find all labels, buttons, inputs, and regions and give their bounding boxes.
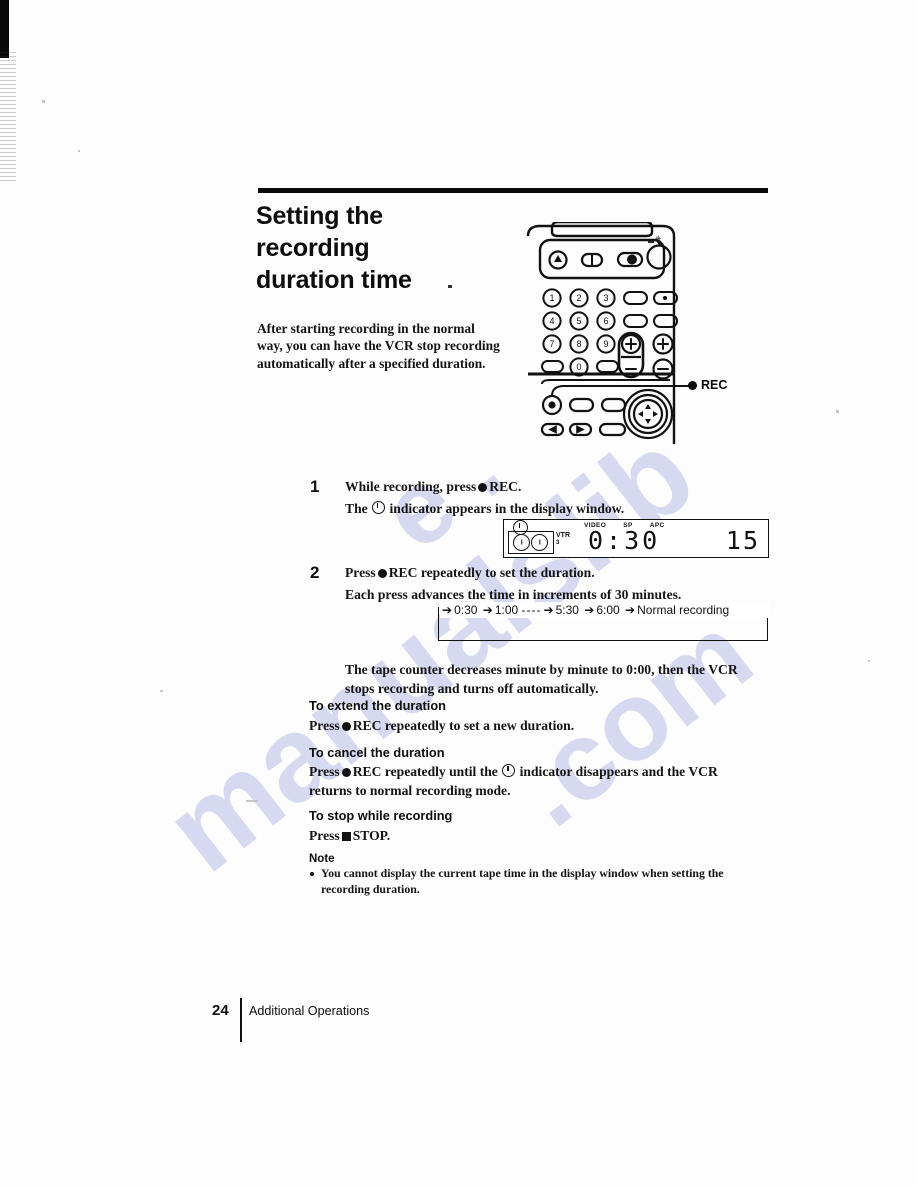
cancel-text-pre: Press (309, 764, 340, 779)
rec-dot-icon (478, 483, 488, 492)
step-2-text-pre: Press (345, 565, 376, 580)
cycle-diagram-row: ➔ 0:30 ➔ 1:00 ---- ➔ 5:30 ➔ 6:00 ➔ Normal reco… (440, 602, 770, 618)
scan-speck (78, 150, 80, 152)
scan-artifact-edge (0, 0, 9, 58)
cycle-arrow-icon: ➔ (442, 603, 453, 617)
section-body-stop: Press STOP. (309, 826, 739, 845)
cycle-item-4: Normal recording (637, 603, 730, 617)
step-1-line-2: The indicator appears in the display win… (345, 499, 765, 519)
stop-text-post: STOP. (352, 828, 391, 843)
note-bullet-icon (310, 872, 314, 876)
svg-text:4: 4 (549, 316, 554, 326)
stop-text-pre: Press (309, 828, 340, 843)
display-vtr-label: VTR 3 (556, 532, 570, 546)
intro-paragraph: After starting recording in the normal w… (257, 321, 500, 371)
rec-dot-icon (341, 768, 351, 777)
rec-dot-icon (688, 381, 697, 390)
clock-indicator-icon (502, 764, 516, 777)
step-1-number: 1 (310, 477, 320, 496)
cycle-item-1: 1:00 (494, 603, 519, 617)
note-heading: Note (309, 853, 335, 865)
display-counter-value: 15 (725, 526, 760, 555)
dpad-icon (638, 404, 658, 424)
scan-speck (246, 800, 258, 802)
cycle-dashes: ---- (521, 603, 542, 617)
section-heading-cancel: To cancel the duration (309, 745, 445, 760)
rec-dot-icon (341, 722, 351, 731)
display-vtr-number: 3 (556, 540, 560, 546)
page-title-line-2: recording (256, 234, 370, 262)
svg-text:⎈: ⎈ (655, 234, 662, 243)
display-reel-icon (513, 534, 530, 551)
svg-text:9: 9 (603, 339, 608, 349)
step-1-text-post: REC. (489, 479, 522, 494)
display-reel-box (508, 531, 554, 554)
scan-speck (836, 410, 839, 413)
display-time-value: 0:30 (588, 526, 661, 555)
step-1-line2-post: indicator appears in the display window. (389, 501, 625, 516)
note-text: You cannot display the current tape time… (321, 866, 724, 896)
page-title-line-1: Setting the (256, 202, 383, 230)
svg-text:1: 1 (549, 293, 554, 303)
cycle-arrow-icon: ➔ (482, 603, 493, 617)
svg-text:0: 0 (576, 362, 581, 372)
rec-callout-text: REC (701, 378, 728, 392)
step-2-number: 2 (310, 563, 320, 582)
remote-control-illustration: ⎈ 1 2 3 4 5 6 7 8 9 0 (520, 222, 780, 447)
cycle-item-2: 5:30 (555, 603, 579, 617)
page-title: Setting the recording duration time (256, 200, 496, 296)
svg-text:2: 2 (576, 293, 581, 303)
section-body-cancel: Press REC repeatedly until the indicator … (309, 762, 739, 801)
svg-text:7: 7 (549, 339, 554, 349)
page-title-line-3: duration time (256, 266, 412, 294)
svg-text:5: 5 (576, 316, 581, 326)
display-vtr-text: VTR (556, 532, 570, 539)
header-rule (258, 188, 768, 193)
svg-text:3: 3 (603, 293, 608, 303)
scan-speck (160, 690, 163, 692)
rec-button-icon (548, 401, 556, 409)
section-body-extend: Press REC repeatedly to set a new duratio… (309, 716, 739, 735)
title-trailing-mark (448, 285, 452, 288)
scan-speck (868, 660, 870, 662)
step-1-line2-pre: The (345, 501, 368, 516)
svg-text:8: 8 (576, 339, 581, 349)
section-heading-extend: To extend the duration (309, 698, 446, 713)
scan-speck (42, 100, 45, 103)
cycle-item-3: 6:00 (596, 603, 620, 617)
section-heading-stop: To stop while recording (309, 808, 453, 823)
rec-callout-label: REC (688, 378, 727, 392)
rec-dot-icon (377, 569, 387, 578)
clock-indicator-icon (372, 501, 386, 514)
display-window-graphic: VTR 3 VIDEO SP APC 0:30 15 (503, 519, 769, 558)
cancel-text-mid: REC repeatedly until the (352, 764, 498, 779)
footer-divider (240, 998, 243, 1042)
eject-icon (554, 255, 562, 262)
cycle-arrow-icon: ➔ (625, 603, 636, 617)
cycle-arrow-icon: ➔ (543, 603, 554, 617)
remote-control-svg: ⎈ 1 2 3 4 5 6 7 8 9 0 (526, 222, 696, 444)
footer-page-number: 24 (212, 1002, 229, 1019)
extend-text-post: REC repeatedly to set a new duration. (352, 718, 575, 733)
after-cycle-paragraph: The tape counter decreases minute by min… (345, 662, 738, 697)
stop-square-icon (341, 832, 351, 841)
cycle-arrow-icon: ➔ (584, 603, 595, 617)
scan-artifact-speckle (0, 52, 16, 182)
display-reel-icon (531, 534, 548, 551)
extend-text-pre: Press (309, 718, 340, 733)
svg-text:6: 6 (603, 316, 608, 326)
step-1-line-1: While recording, press REC. (345, 477, 765, 497)
step-2-line-1: Press REC repeatedly to set the duration. (345, 563, 765, 583)
step-2-text-post: REC repeatedly to set the duration. (388, 565, 595, 580)
cycle-item-0: 0:30 (454, 603, 478, 617)
footer-section-label: Additional Operations (249, 1004, 370, 1018)
step-1-text-pre: While recording, press (345, 479, 477, 494)
